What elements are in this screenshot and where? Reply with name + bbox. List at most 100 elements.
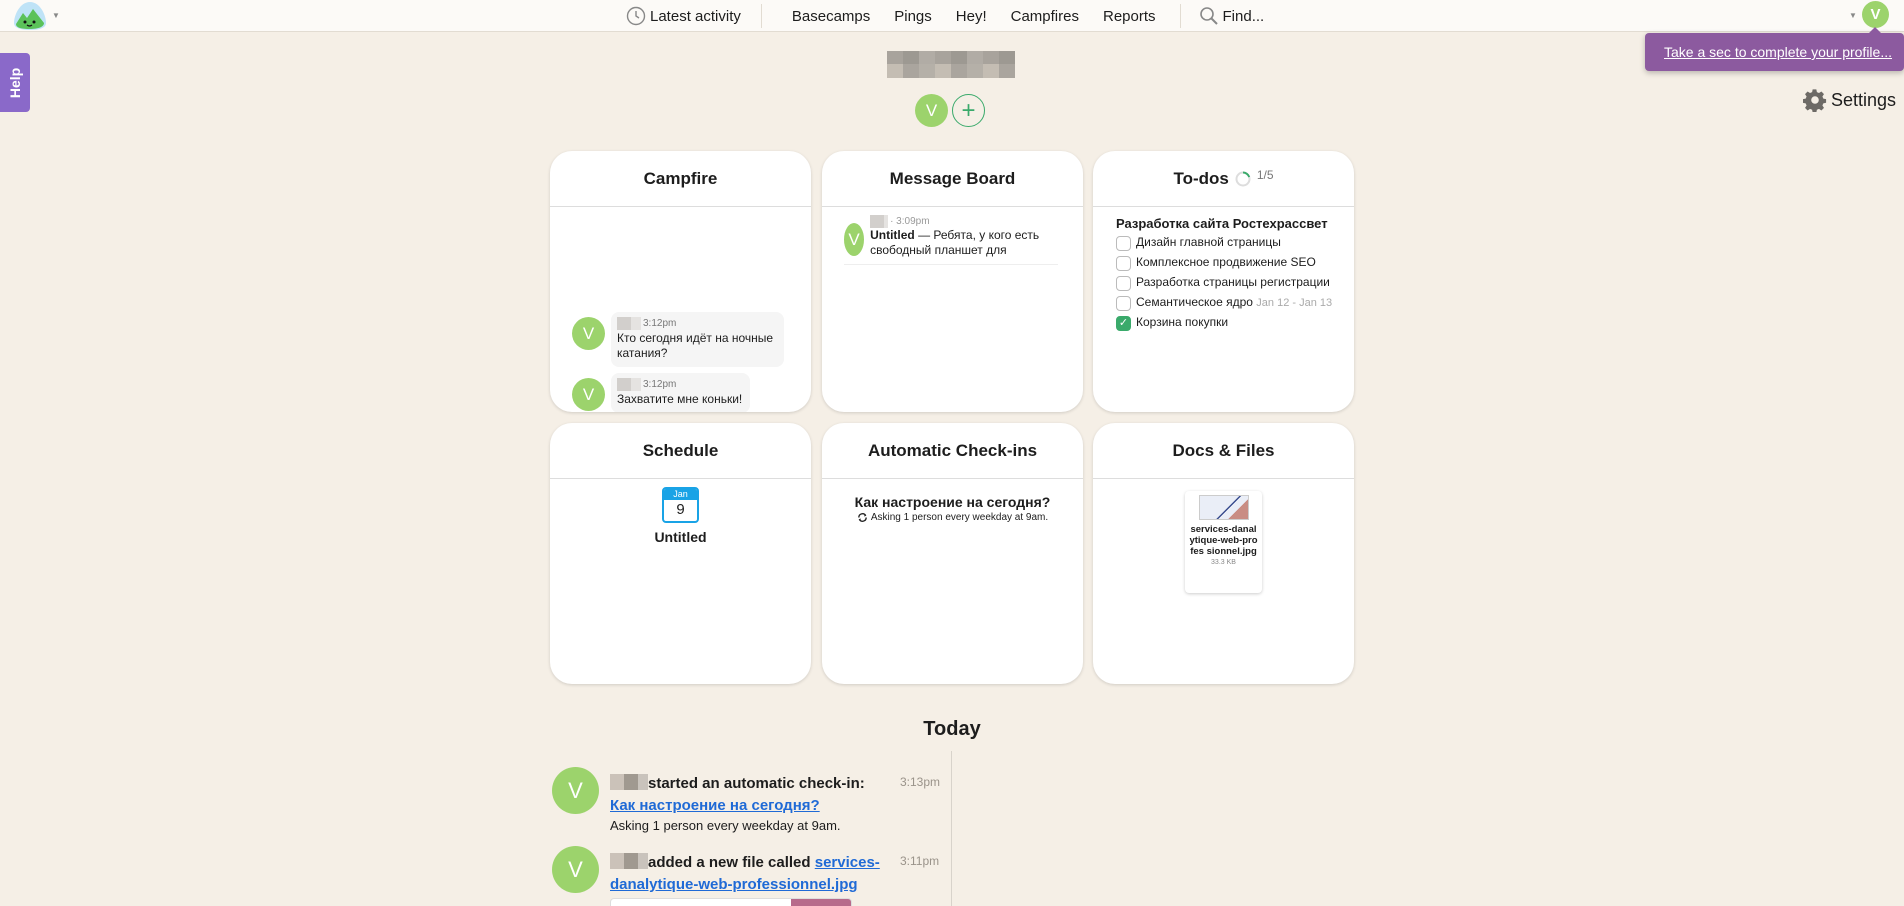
repeat-icon (857, 513, 867, 522)
todo-item[interactable]: Комплексное продвижение SEO (1116, 255, 1336, 271)
checkins-card[interactable]: Automatic Check-ins Как настроение на се… (822, 423, 1083, 684)
nav-hey[interactable]: Hey! (956, 8, 987, 25)
progress-ring-icon (1235, 171, 1251, 186)
person-avatar[interactable]: V (915, 94, 948, 127)
activity-action: added a new file called (648, 854, 815, 871)
line-time: 3:12pm (643, 379, 677, 390)
todo-text: Дизайн главной страницы (1136, 235, 1281, 251)
activity-time: 3:13pm (900, 775, 941, 789)
checkbox[interactable] (1116, 256, 1131, 271)
home-menu-caret-icon[interactable]: ▼ (52, 11, 60, 20)
nav-campfires[interactable]: Campfires (1011, 8, 1079, 25)
todo-text: Комплексное продвижение SEO (1136, 255, 1316, 271)
checkin-schedule-text: Asking 1 person every weekday at 9am. (870, 512, 1049, 523)
todo-list-title[interactable]: Разработка сайта Ростехрассвет (1116, 216, 1336, 232)
todo-item[interactable]: ✓ Корзина покупки (1116, 315, 1336, 331)
checkbox[interactable] (1116, 276, 1131, 291)
settings-button[interactable]: Settings (1803, 88, 1896, 112)
nav-find-label: Find... (1222, 7, 1265, 25)
event-title[interactable]: Untitled (550, 529, 811, 545)
todos-card-title: To-dos (1173, 168, 1229, 188)
line-text: Захватите мне коньки! (617, 392, 743, 406)
my-avatar[interactable]: V (1862, 1, 1889, 28)
file-size: 33.3 KB (1211, 559, 1236, 566)
clock-icon (626, 6, 646, 26)
nav-latest-activity[interactable]: Latest activity (626, 4, 762, 28)
todo-text: Корзина покупки (1136, 315, 1228, 331)
search-icon (1199, 7, 1218, 25)
file-thumbnail (1198, 495, 1249, 520)
schedule-card[interactable]: Schedule Jan 9 Untitled (550, 423, 811, 684)
author-name-redacted (617, 317, 641, 330)
author-name-redacted (617, 378, 641, 391)
message-subject: Untitled (870, 228, 915, 242)
checkbox-checked[interactable]: ✓ (1116, 316, 1131, 331)
docs-files-card[interactable]: Docs & Files services-danalytique-web-pr… (1093, 423, 1354, 684)
add-person-button[interactable]: + (952, 94, 985, 127)
checkin-schedule: Asking 1 person every weekday at 9am. (822, 512, 1083, 523)
message-board-card[interactable]: Message Board V · 3:09pm Untitled — Ребя… (822, 151, 1083, 412)
timeline-divider (951, 751, 952, 906)
todo-item[interactable]: Разработка страницы регистрации (1116, 275, 1336, 291)
file-name: services-danalytique-web-profes sionnel.… (1189, 524, 1258, 557)
complete-profile-link[interactable]: Take a sec to complete your profile... (1664, 44, 1892, 60)
todo-item[interactable]: Дизайн главной страницы (1116, 235, 1336, 251)
avatar: V (552, 767, 599, 814)
campfire-card-title[interactable]: Campfire (550, 151, 811, 207)
calendar-day: 9 (676, 501, 685, 518)
campfire-card[interactable]: Campfire V 3:12pm Кто сегодня идёт на но… (550, 151, 811, 412)
nav-pings[interactable]: Pings (894, 8, 932, 25)
todo-label: Разработка страницы регистрации (1136, 275, 1330, 289)
file-tile[interactable]: services-danalytique-web-profes sionnel.… (1185, 491, 1262, 593)
today-heading: Today (923, 718, 981, 740)
todo-text: Разработка страницы регистрации (1136, 275, 1330, 291)
activity-subtext: Asking 1 person every weekday at 9am. (610, 818, 841, 833)
todo-date: Jan 12 - Jan 13 (1256, 297, 1333, 309)
basecamp-logo-icon[interactable] (12, 1, 48, 31)
activity-action: started an automatic check-in: (648, 775, 865, 792)
todo-label: Семантическое ядро (1136, 295, 1253, 309)
author-name-redacted (610, 774, 648, 790)
campfire-line: V 3:12pm Захватите мне коньки! (572, 373, 751, 412)
project-title-redacted (887, 51, 1015, 78)
checkbox[interactable] (1116, 236, 1131, 251)
todo-list: Разработка сайта Ростехрассвет Дизайн гл… (1116, 216, 1336, 335)
line-text: Кто сегодня идёт на ночные катания? (617, 331, 774, 360)
schedule-card-title[interactable]: Schedule (550, 423, 811, 479)
checkin-question[interactable]: Как настроение на сегодня? (822, 494, 1083, 510)
todo-text: Семантическое ядро Jan 12 - Jan 13 (1136, 295, 1332, 311)
todos-card[interactable]: To-dos 1/5 Разработка сайта Ростехрассве… (1093, 151, 1354, 412)
checkbox[interactable] (1116, 296, 1131, 311)
calendar-icon: Jan 9 (662, 487, 699, 523)
calendar-month: Jan (664, 489, 697, 500)
author-name-redacted (610, 853, 648, 869)
checkins-card-title[interactable]: Automatic Check-ins (822, 423, 1083, 479)
avatar: V (552, 846, 599, 893)
file-preview-image[interactable] (610, 898, 852, 906)
message-time: · 3:09pm (890, 216, 930, 227)
help-tab[interactable]: Help (0, 53, 30, 112)
docs-files-card-title[interactable]: Docs & Files (1093, 423, 1354, 479)
nav-basecamps[interactable]: Basecamps (792, 8, 870, 25)
campfire-line: V 3:12pm Кто сегодня идёт на ночные ката… (572, 312, 784, 367)
todo-label: Корзина покупки (1136, 315, 1229, 329)
todo-item[interactable]: Семантическое ядро Jan 12 - Jan 13 (1116, 295, 1336, 311)
project-people: V + (915, 94, 985, 127)
settings-label: Settings (1831, 89, 1897, 110)
avatar: V (844, 223, 865, 256)
todos-card-header[interactable]: To-dos 1/5 (1093, 151, 1354, 207)
help-label: Help (7, 67, 23, 98)
line-time: 3:12pm (643, 318, 677, 329)
todos-count: 1/5 (1256, 167, 1274, 182)
author-name-redacted (870, 215, 889, 228)
top-navigation: ▼ Latest activity Basecamps Pings Hey! C… (0, 0, 1904, 32)
gear-icon (1803, 89, 1827, 112)
account-menu-caret-icon[interactable]: ▼ (1849, 11, 1857, 20)
message-board-card-title[interactable]: Message Board (822, 151, 1083, 207)
activity-link[interactable]: Как настроение на сегодня? (610, 797, 820, 814)
message-item[interactable]: V · 3:09pm Untitled — Ребята, у кого ест… (844, 215, 1058, 265)
nav-reports[interactable]: Reports (1103, 8, 1156, 25)
nav-latest-activity-label: Latest activity (650, 7, 741, 25)
activity-time: 3:11pm (900, 854, 940, 868)
nav-find[interactable]: Find... (1181, 6, 1265, 26)
